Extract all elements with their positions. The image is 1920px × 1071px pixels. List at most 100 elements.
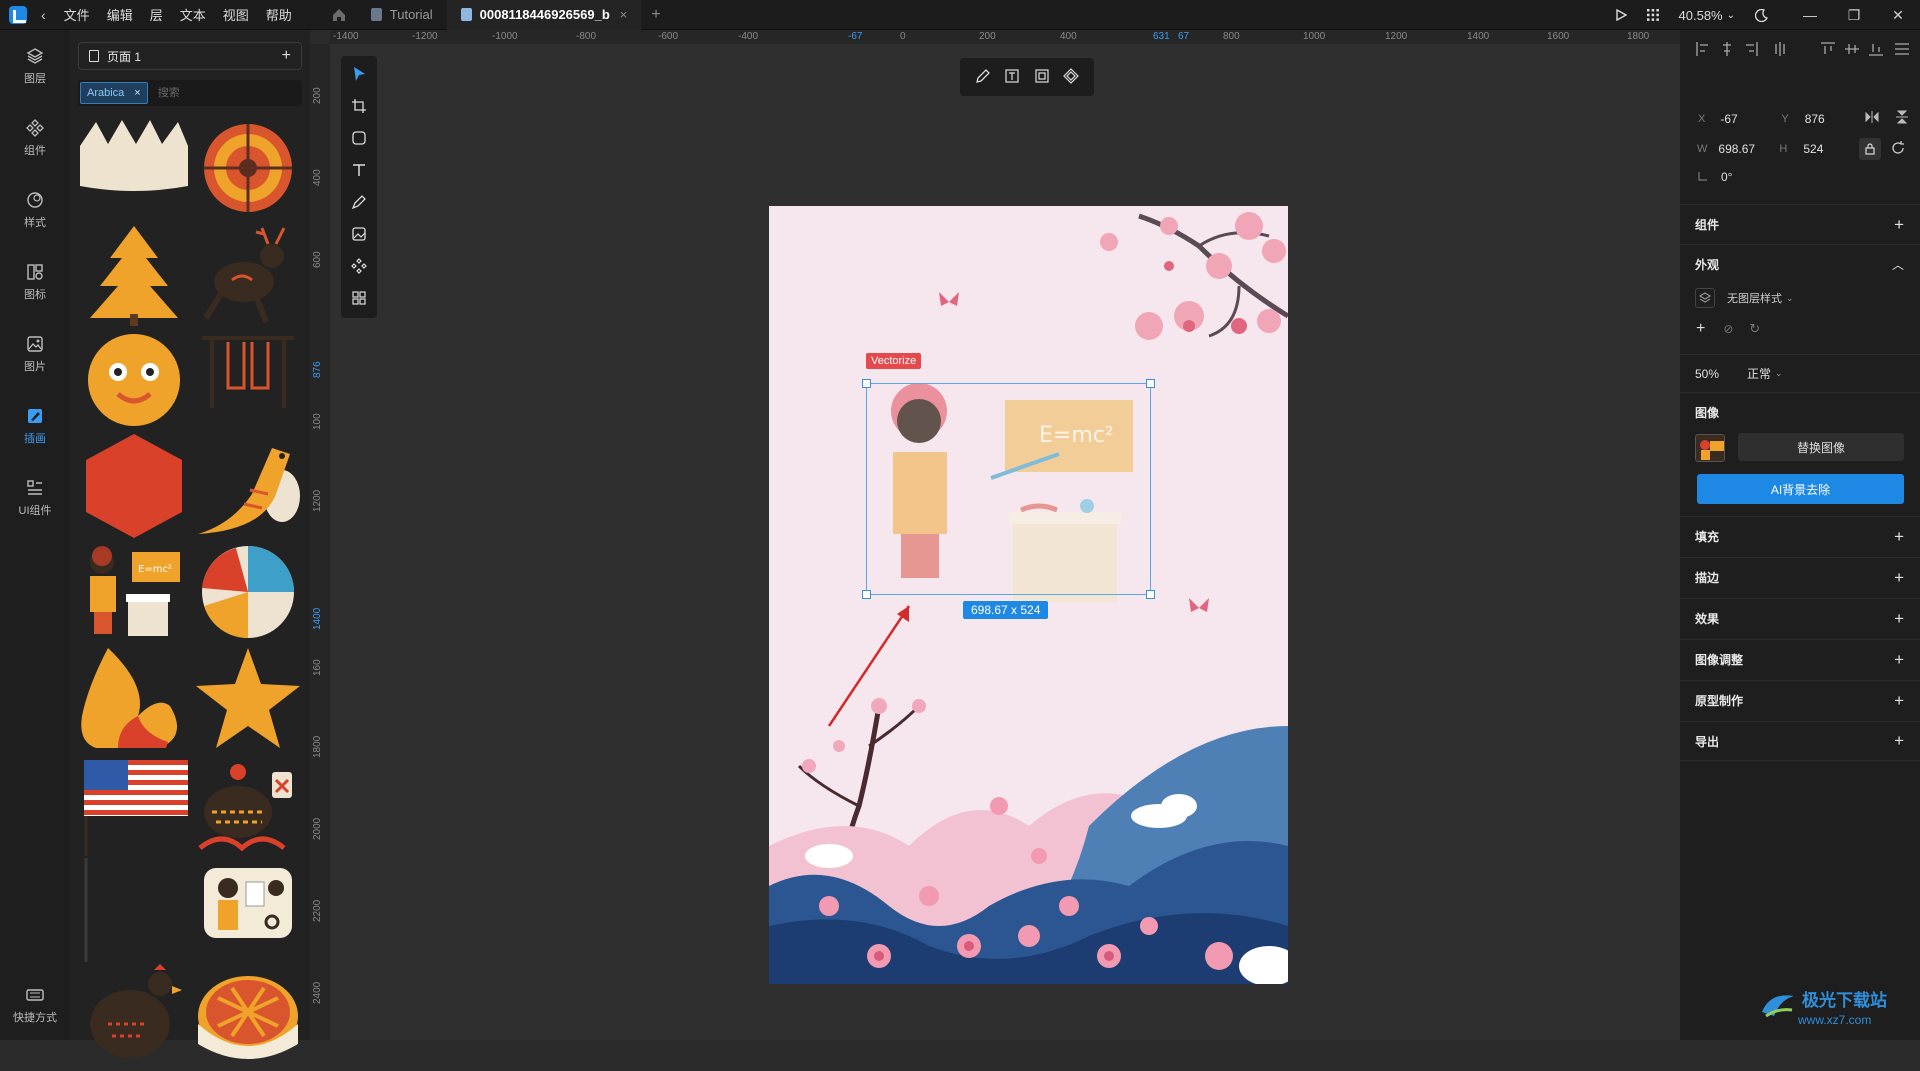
selection-box[interactable] bbox=[862, 379, 1155, 599]
apply-style-icon[interactable]: ⊘ bbox=[1723, 322, 1733, 336]
menu-file[interactable]: 文件 bbox=[64, 5, 90, 24]
resize-handle-bottom-left[interactable] bbox=[862, 590, 871, 599]
resize-handle-bottom-right[interactable] bbox=[1146, 590, 1155, 599]
add-page-button[interactable]: + bbox=[282, 47, 291, 65]
app-logo-icon[interactable] bbox=[9, 5, 27, 24]
page-selector[interactable]: 页面 1 + bbox=[78, 42, 302, 70]
rotation-input[interactable]: 0° bbox=[1721, 170, 1732, 184]
image-thumbnail[interactable] bbox=[1695, 434, 1725, 462]
illustration-lizard[interactable] bbox=[192, 434, 304, 538]
illustration-presenter[interactable] bbox=[192, 858, 304, 962]
menu-text[interactable]: 文本 bbox=[180, 5, 206, 24]
menu-layer[interactable]: 层 bbox=[150, 5, 163, 24]
illustration-post[interactable] bbox=[78, 858, 190, 962]
fill-section[interactable]: 填充 + bbox=[1680, 516, 1920, 556]
add-icon[interactable]: + bbox=[1894, 215, 1904, 235]
restore-icon[interactable]: ❐ bbox=[1832, 7, 1876, 24]
back-icon[interactable]: ‹ bbox=[41, 7, 46, 23]
apps-grid-icon[interactable] bbox=[1646, 9, 1659, 21]
illustration-star[interactable] bbox=[192, 646, 304, 750]
minimize-icon[interactable]: — bbox=[1788, 7, 1832, 23]
illustration-crown[interactable] bbox=[78, 116, 190, 220]
illustration-us-flag[interactable] bbox=[78, 752, 190, 856]
blend-mode-select[interactable]: 正常 bbox=[1747, 365, 1771, 382]
edit-pencil-icon[interactable] bbox=[975, 68, 991, 87]
illustration-flame[interactable] bbox=[78, 646, 190, 750]
plugins-grid-icon[interactable] bbox=[347, 286, 371, 310]
effects-section[interactable]: 效果 + bbox=[1680, 598, 1920, 638]
add-icon[interactable]: + bbox=[1894, 609, 1904, 629]
rail-illustrations[interactable]: 插画 bbox=[0, 406, 70, 446]
menu-edit[interactable]: 编辑 bbox=[107, 5, 133, 24]
reset-size-icon[interactable] bbox=[1891, 140, 1905, 158]
illustration-teacher[interactable]: E=mc² bbox=[78, 540, 190, 644]
illustration-hen[interactable] bbox=[78, 964, 190, 1068]
rail-images[interactable]: 图片 bbox=[0, 334, 70, 374]
search-input[interactable] bbox=[157, 87, 278, 99]
illustration-target[interactable] bbox=[192, 116, 304, 220]
rail-components[interactable]: 组件 bbox=[0, 118, 70, 158]
chip-close-icon[interactable]: × bbox=[134, 87, 140, 99]
rail-styles[interactable]: 样式 bbox=[0, 190, 70, 230]
tab-tutorial[interactable]: Tutorial bbox=[357, 0, 447, 30]
frame-tool-icon[interactable] bbox=[347, 94, 371, 118]
illustration-tree[interactable] bbox=[78, 222, 190, 326]
crop-image-icon[interactable] bbox=[1034, 68, 1050, 87]
y-input[interactable]: 876 bbox=[1805, 112, 1855, 126]
rail-icons[interactable]: 图标 bbox=[0, 262, 70, 302]
add-icon[interactable]: + bbox=[1894, 691, 1904, 711]
vectorize-button[interactable]: Vectorize bbox=[866, 353, 922, 369]
close-window-icon[interactable]: ✕ bbox=[1876, 7, 1920, 24]
component-tool-icon[interactable] bbox=[347, 254, 371, 278]
replace-image-button[interactable]: 替换图像 bbox=[1738, 433, 1904, 461]
pen-tool-icon[interactable] bbox=[347, 190, 371, 214]
play-icon[interactable] bbox=[1615, 9, 1627, 21]
w-input[interactable]: 698.67 bbox=[1718, 142, 1776, 156]
add-icon[interactable]: + bbox=[1894, 731, 1904, 751]
components-section[interactable]: 组件 + bbox=[1680, 204, 1920, 244]
add-icon[interactable]: + bbox=[1894, 568, 1904, 588]
close-tab-icon[interactable]: × bbox=[620, 7, 628, 22]
image-tool-icon[interactable] bbox=[347, 222, 371, 246]
add-icon[interactable]: + bbox=[1894, 650, 1904, 670]
prototype-section[interactable]: 原型制作 + bbox=[1680, 680, 1920, 720]
layer-style-row[interactable]: 无图层样式 ⌄ bbox=[1680, 288, 1920, 308]
rail-ui-kit[interactable]: UI组件 bbox=[0, 478, 70, 518]
ai-remove-background-button[interactable]: AI背景去除 bbox=[1697, 474, 1904, 504]
illustration-deer[interactable] bbox=[192, 222, 304, 326]
new-tab-button[interactable]: + bbox=[651, 6, 660, 24]
dark-mode-icon[interactable] bbox=[1755, 8, 1768, 22]
flip-horizontal-icon[interactable] bbox=[1865, 111, 1879, 126]
h-input[interactable]: 524 bbox=[1803, 142, 1853, 156]
menu-view[interactable]: 视图 bbox=[223, 5, 249, 24]
appearance-section[interactable]: 外观 ︿ bbox=[1680, 244, 1920, 284]
layer-style-select[interactable]: 无图层样式 bbox=[1727, 290, 1782, 306]
select-tool-icon[interactable] bbox=[347, 62, 371, 86]
zoom-dropdown[interactable]: 40.58% ⌄ bbox=[1679, 8, 1735, 23]
rail-shortcuts[interactable]: 快捷方式 bbox=[0, 985, 70, 1025]
collapse-chevron-icon[interactable]: ︿ bbox=[1892, 256, 1904, 273]
flip-vertical-icon[interactable] bbox=[1895, 110, 1908, 127]
stroke-section[interactable]: 描边 + bbox=[1680, 557, 1920, 597]
menu-help[interactable]: 帮助 bbox=[266, 5, 292, 24]
tab-current-document[interactable]: 0008118446926569_b × bbox=[446, 0, 642, 30]
refresh-style-icon[interactable]: ↻ bbox=[1749, 321, 1760, 337]
x-input[interactable]: -67 bbox=[1720, 112, 1770, 126]
home-icon[interactable] bbox=[331, 7, 347, 23]
text-box-icon[interactable] bbox=[1004, 68, 1020, 87]
filter-chip[interactable]: Arabica × bbox=[80, 82, 148, 104]
artboard[interactable]: E=mc² bbox=[769, 206, 1288, 984]
image-adjust-section[interactable]: 图像调整 + bbox=[1680, 639, 1920, 679]
rail-layers[interactable]: 图层 bbox=[0, 46, 70, 86]
create-component-icon[interactable] bbox=[1063, 67, 1080, 87]
illustration-pie[interactable] bbox=[192, 964, 304, 1068]
add-style-icon[interactable]: + bbox=[1696, 320, 1705, 338]
export-section[interactable]: 导出 + bbox=[1680, 721, 1920, 761]
text-tool-icon[interactable] bbox=[347, 158, 371, 182]
resize-handle-top-left[interactable] bbox=[862, 379, 871, 388]
lock-ratio-icon[interactable] bbox=[1859, 138, 1882, 160]
illustration-hexagon[interactable] bbox=[78, 434, 190, 538]
opacity-input[interactable]: 50% bbox=[1695, 367, 1719, 381]
illustration-swing[interactable] bbox=[192, 328, 304, 432]
resize-handle-top-right[interactable] bbox=[1146, 379, 1155, 388]
